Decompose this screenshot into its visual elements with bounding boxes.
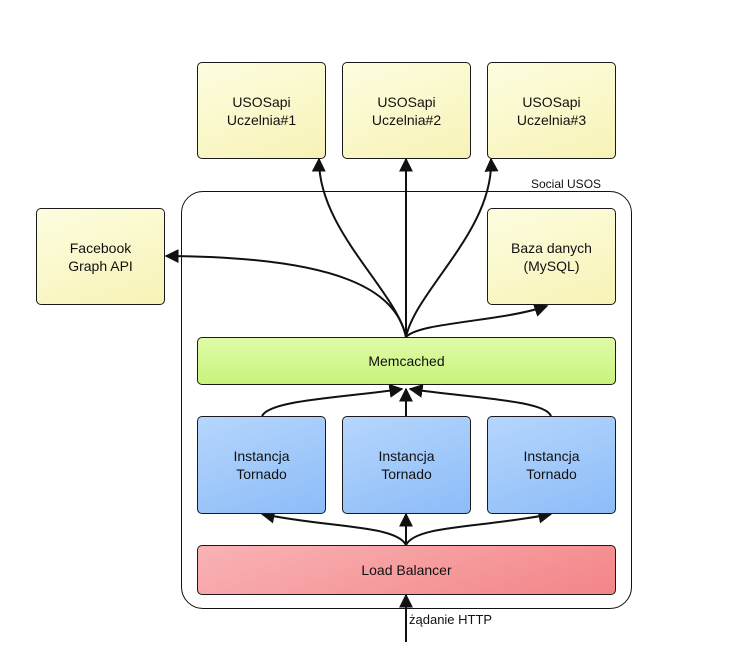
edge-memcached-database [405,303,549,338]
node-usosapi-2: USOSapi Uczelnia#2 [342,62,471,159]
node-tornado-2: Instancja Tornado [342,416,471,514]
incoming-request-label: żądanie HTTP [409,612,493,627]
node-facebook-graph-api: Facebook Graph API [36,208,165,305]
node-usosapi-3: USOSapi Uczelnia#3 [487,62,616,159]
edge-memcached-facebook [164,249,407,338]
node-load-balancer: Load Balancer [197,545,616,595]
edge-tornado-1-memcached [261,383,404,417]
edge-tornado-3-memcached [408,383,552,417]
edge-lb-tornado-3 [405,509,553,546]
edge-lb-tornado-1 [260,509,407,546]
node-tornado-3: Instancja Tornado [487,416,616,514]
node-database: Baza danych (MySQL) [487,208,616,305]
node-memcached: Memcached [197,337,616,385]
node-tornado-1: Instancja Tornado [197,416,326,514]
edge-memcached-usosapi-3 [405,157,499,338]
node-usosapi-1: USOSapi Uczelnia#1 [197,62,326,159]
